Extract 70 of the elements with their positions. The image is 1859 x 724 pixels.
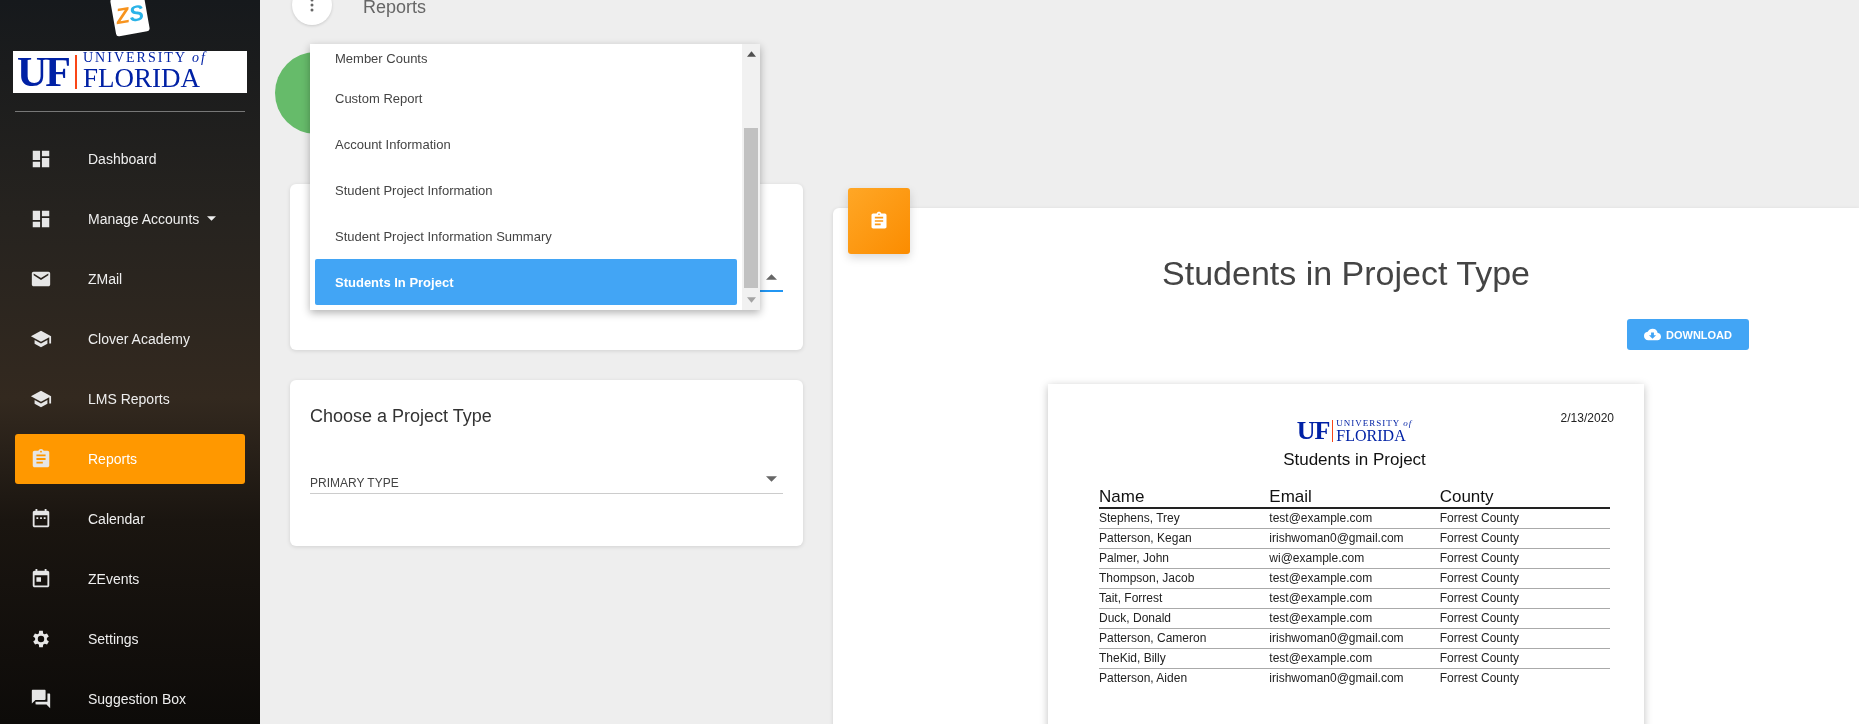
sidebar-item[interactable]: Suggestion Box — [15, 674, 245, 724]
column-header: Email — [1269, 487, 1440, 508]
clipboard-icon — [869, 211, 889, 231]
clipboard-icon — [30, 448, 52, 470]
scroll-up-icon[interactable] — [746, 51, 756, 57]
table-cell: Forrest County — [1439, 528, 1610, 549]
table-cell: TheKid, Billy — [1099, 648, 1270, 669]
app-logo: ZS — [109, 0, 151, 37]
table-cell: Patterson, Kegan — [1099, 528, 1270, 549]
table-cell: Forrest County — [1439, 628, 1610, 649]
table-cell: Patterson, Cameron — [1099, 628, 1270, 649]
page-title: Reports — [363, 0, 427, 18]
scroll-down-icon[interactable] — [746, 297, 756, 303]
document-title: Students in Project — [1283, 450, 1426, 470]
caret-icon — [766, 476, 777, 483]
caret-icon — [766, 273, 777, 280]
table-cell: Forrest County — [1439, 588, 1610, 609]
dropdown-option[interactable]: Account Information — [315, 121, 737, 167]
table-cell: Forrest County — [1439, 568, 1610, 589]
settings-icon — [30, 628, 52, 650]
cloud-download-icon — [1644, 326, 1661, 343]
dropdown-option[interactable]: Custom Report — [315, 75, 737, 121]
scrollbar-thumb[interactable] — [744, 128, 758, 288]
table-cell: test@example.com — [1269, 648, 1440, 669]
dropdown-option[interactable]: Student Project Information Summary — [315, 213, 737, 259]
table-cell: irishwoman0@gmail.com — [1269, 528, 1440, 549]
sidebar-item[interactable]: LMS Reports — [15, 374, 245, 424]
event-icon — [30, 568, 52, 590]
table-cell: Tait, Forrest — [1099, 588, 1270, 609]
table-cell: Forrest County — [1439, 668, 1610, 688]
table-cell: Forrest County — [1439, 648, 1610, 669]
report-date: 2/13/2020 — [1560, 411, 1614, 425]
forum-icon — [30, 688, 52, 710]
card-title: Choose a Project Type — [310, 406, 493, 427]
table-cell: Duck, Donald — [1099, 608, 1270, 629]
university-logo: UF UNIVERSITY of FLORIDA — [1296, 418, 1413, 444]
table-cell: wi@example.com — [1269, 548, 1440, 569]
table-cell: Thompson, Jacob — [1099, 568, 1270, 589]
sidebar-item[interactable]: Dashboard — [15, 134, 245, 184]
sidebar-item[interactable]: ZEvents — [15, 554, 245, 604]
table-cell: Forrest County — [1439, 508, 1610, 529]
table-cell: Forrest County — [1439, 608, 1610, 629]
report-title: Students in Project Type — [1162, 254, 1530, 293]
column-header: County — [1439, 487, 1610, 508]
table-cell: test@example.com — [1269, 608, 1440, 629]
sidebar-item[interactable]: Calendar — [15, 494, 245, 544]
sidebar-item[interactable]: Clover Academy — [15, 314, 245, 364]
dropdown-option[interactable]: Student Project Information — [315, 167, 737, 213]
sidebar-item[interactable]: Settings — [15, 614, 245, 664]
column-header: Name — [1099, 487, 1270, 508]
sidebar-item[interactable]: Manage Accounts — [15, 194, 245, 244]
table-cell: irishwoman0@gmail.com — [1269, 668, 1440, 688]
more-icon — [310, 0, 314, 12]
table-cell: test@example.com — [1269, 588, 1440, 609]
scrollbar[interactable] — [742, 44, 760, 310]
project-type-select[interactable]: PRIMARY TYPE — [310, 465, 783, 494]
dropdown-option[interactable]: Member Counts — [315, 51, 737, 75]
dashboard-icon — [30, 148, 52, 170]
sidebar-item[interactable]: ZMail — [15, 254, 245, 304]
dashboard-icon — [30, 208, 52, 230]
table-cell: irishwoman0@gmail.com — [1269, 628, 1440, 649]
table-cell: Palmer, John — [1099, 548, 1270, 569]
table-cell: Forrest County — [1439, 548, 1610, 569]
school-icon — [30, 388, 52, 410]
table-cell: Patterson, Aiden — [1099, 668, 1270, 688]
table-cell: Stephens, Trey — [1099, 508, 1270, 529]
table-cell: test@example.com — [1269, 568, 1440, 589]
calendar-icon — [30, 508, 52, 530]
table-cell: test@example.com — [1269, 508, 1440, 529]
school-icon — [30, 328, 52, 350]
